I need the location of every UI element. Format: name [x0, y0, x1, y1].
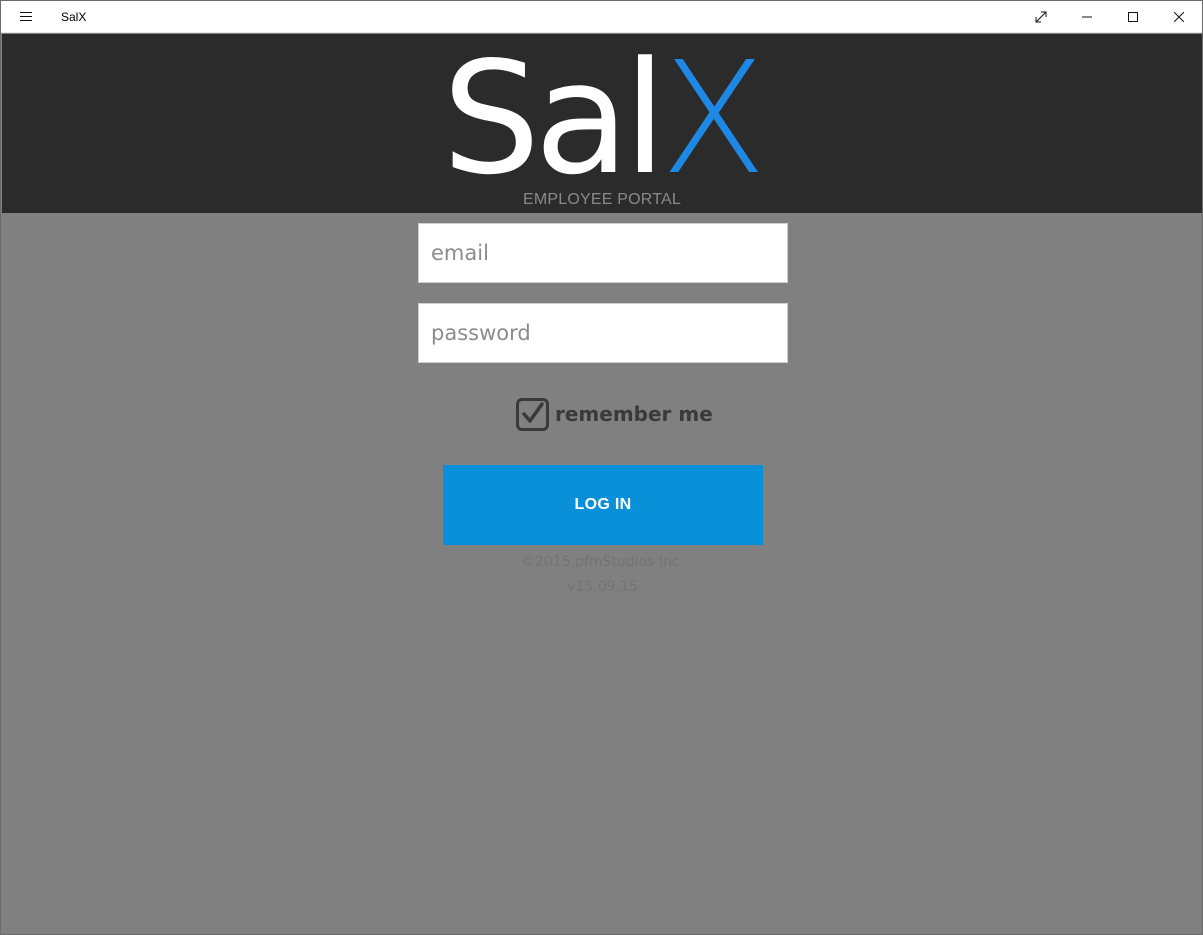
email-field[interactable] — [418, 223, 788, 283]
remember-me-toggle[interactable]: remember me — [516, 397, 713, 431]
portal-subtitle: EMPLOYEE PORTAL — [522, 191, 681, 208]
copyright-text: ©2015 pfmStudios Inc. — [520, 554, 685, 570]
app-window: SalX SalX EMPLOYEE PORTAL email remember… — [0, 0, 1203, 935]
logo-wordmark: SalX — [442, 41, 767, 196]
fullscreen-button[interactable] — [1018, 1, 1064, 33]
maximize-icon — [1128, 12, 1138, 22]
password-input[interactable] — [419, 304, 787, 362]
maximize-button[interactable] — [1110, 1, 1156, 33]
email-input[interactable] — [419, 224, 787, 282]
remember-me-checkbox[interactable] — [516, 397, 549, 431]
logo-sal-text: Sal — [442, 28, 666, 209]
login-button[interactable]: LOG IN — [443, 465, 763, 545]
version-text: v15.09.15 — [567, 579, 638, 595]
salx-logo: SalX — [2, 34, 1202, 196]
minimize-icon — [1082, 16, 1092, 18]
checkmark-icon — [522, 401, 544, 423]
close-button[interactable] — [1156, 1, 1202, 33]
window-title: SalX — [61, 10, 87, 24]
fullscreen-icon — [1035, 11, 1047, 23]
minimize-button[interactable] — [1064, 1, 1110, 33]
close-icon — [1174, 12, 1184, 22]
remember-me-label: remember me — [555, 402, 713, 426]
hamburger-menu-icon[interactable] — [14, 9, 38, 25]
login-button-label: LOG IN — [574, 496, 632, 513]
app-header: SalX EMPLOYEE PORTAL — [2, 34, 1202, 213]
logo-x-text: X — [660, 28, 766, 209]
password-field[interactable] — [418, 303, 788, 363]
